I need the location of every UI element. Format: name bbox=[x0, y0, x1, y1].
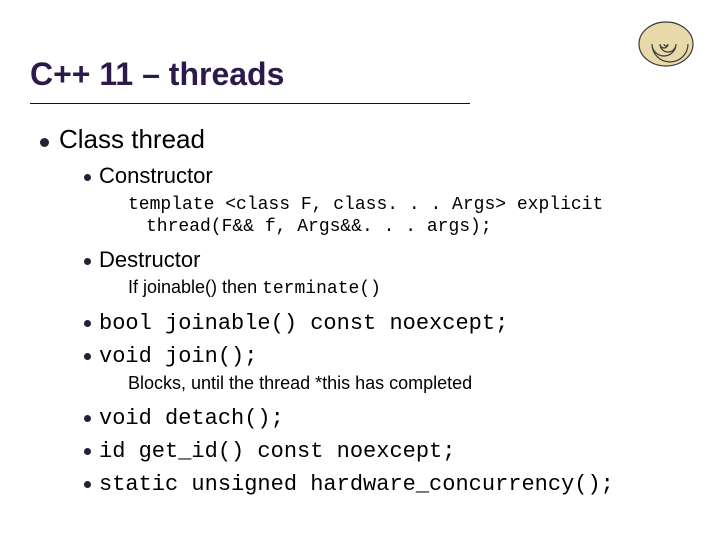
item-class-thread: Class thread bbox=[40, 124, 692, 155]
content-outline: Class thread Constructor template <class… bbox=[28, 124, 692, 497]
item-get-id: id get_id() const noexcept; bbox=[84, 437, 692, 464]
text: Class thread bbox=[59, 124, 205, 154]
text: If joinable() then bbox=[128, 277, 262, 297]
bullet-icon bbox=[84, 258, 91, 265]
bullet-icon bbox=[84, 448, 91, 455]
item-join: void join(); bbox=[84, 342, 692, 369]
item-joinable: bool joinable() const noexcept; bbox=[84, 309, 692, 336]
code-text: void detach(); bbox=[99, 406, 284, 431]
spiral-shell-icon bbox=[636, 14, 696, 74]
bullet-icon bbox=[84, 174, 91, 181]
bullet-icon bbox=[84, 415, 91, 422]
text: Blocks, until the thread *this has compl… bbox=[128, 373, 472, 393]
item-detach: void detach(); bbox=[84, 404, 692, 431]
code-text: id get_id() const noexcept; bbox=[99, 439, 455, 464]
item-constructor-signature: template <class F, class. . . Args> expl… bbox=[128, 193, 692, 237]
code-text: static unsigned hardware_concurrency(); bbox=[99, 472, 614, 497]
bullet-icon bbox=[84, 353, 91, 360]
slide: C++ 11 – threads Class thread Constructo… bbox=[0, 0, 720, 540]
code-text: terminate() bbox=[262, 279, 381, 299]
code-text: void join(); bbox=[99, 344, 257, 369]
item-join-note: Blocks, until the thread *this has compl… bbox=[128, 373, 692, 394]
item-constructor: Constructor bbox=[84, 163, 692, 189]
code-text: bool joinable() const noexcept; bbox=[99, 311, 508, 336]
item-destructor-note: If joinable() then terminate() bbox=[128, 277, 692, 299]
item-hardware-concurrency: static unsigned hardware_concurrency(); bbox=[84, 470, 692, 497]
code-text: template <class F, class. . . Args> expl… bbox=[128, 195, 603, 237]
bullet-icon bbox=[40, 138, 49, 147]
bullet-icon bbox=[84, 320, 91, 327]
item-destructor: Destructor bbox=[84, 247, 692, 273]
bullet-icon bbox=[84, 481, 91, 488]
slide-title: C++ 11 – threads bbox=[30, 56, 692, 93]
text: Constructor bbox=[99, 163, 213, 188]
title-divider bbox=[30, 103, 470, 104]
text: Destructor bbox=[99, 247, 200, 272]
